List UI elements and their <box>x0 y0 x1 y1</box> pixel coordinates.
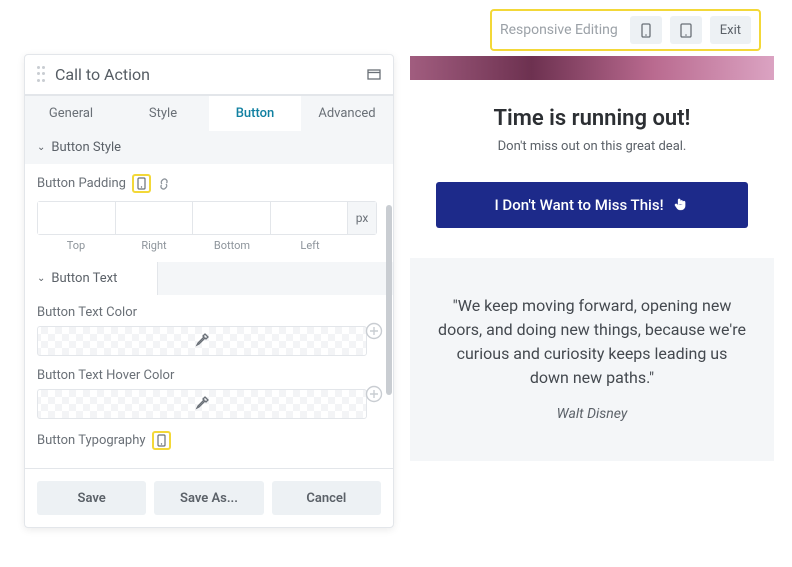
link-values-toggle[interactable] <box>157 177 171 191</box>
exit-button[interactable]: Exit <box>710 16 751 44</box>
plus-circle-icon <box>365 322 383 340</box>
tablet-icon <box>680 23 692 38</box>
hover-color-swatch[interactable] <box>37 389 367 419</box>
padding-field-label: Button Padding <box>37 174 381 193</box>
panel-footer: Save Save As... Cancel <box>25 468 393 527</box>
section-header-button-text[interactable]: ⌄ Button Text <box>25 262 158 295</box>
section-button-style: ⌄ Button Style Button Padding px <box>25 131 393 262</box>
chevron-down-icon: ⌄ <box>37 142 45 153</box>
section-title: Button Text <box>51 271 117 286</box>
text-color-swatch[interactable] <box>37 326 367 356</box>
expand-button[interactable] <box>367 69 381 80</box>
padding-top-input[interactable] <box>38 202 115 234</box>
save-as-button[interactable]: Save As... <box>154 481 263 515</box>
window-icon <box>367 69 381 80</box>
add-color-button[interactable] <box>365 385 383 403</box>
padding-left-input[interactable] <box>271 202 348 234</box>
phone-icon <box>157 434 166 447</box>
add-color-button[interactable] <box>365 322 383 340</box>
phone-portrait-button[interactable] <box>630 16 662 44</box>
preview-quote-author: Walt Disney <box>438 404 746 425</box>
section-button-text: ⌄ Button Text Button Text Color Button T… <box>25 262 393 468</box>
section-title: Button Style <box>51 140 121 155</box>
tab-general[interactable]: General <box>25 95 117 131</box>
tab-button[interactable]: Button <box>209 95 301 131</box>
panel-header: Call to Action <box>25 55 393 95</box>
padding-label: Button Padding <box>37 176 126 191</box>
typography-label: Button Typography <box>37 433 146 448</box>
preview-hero: Time is running out! Don't miss out on t… <box>410 80 774 258</box>
padding-unit[interactable]: px <box>348 202 376 234</box>
text-color-label: Button Text Color <box>37 305 381 320</box>
responsive-toggle[interactable] <box>152 431 171 450</box>
chevron-down-icon: ⌄ <box>37 273 45 284</box>
padding-side-labels: Top Right Bottom Left <box>37 239 349 252</box>
responsive-toggle[interactable] <box>132 174 151 193</box>
panel-scrollbar[interactable] <box>386 205 392 395</box>
responsive-label: Responsive Editing <box>500 22 618 38</box>
padding-right-input[interactable] <box>116 202 193 234</box>
eyedropper-icon <box>194 396 210 412</box>
text-color-field: Button Text Color <box>37 305 381 356</box>
panel-title: Call to Action <box>55 65 367 84</box>
preview-quote-text: "We keep moving forward, opening new doo… <box>438 294 746 390</box>
settings-panel: Call to Action General Style Button Adva… <box>24 54 394 528</box>
save-button[interactable]: Save <box>37 481 146 515</box>
padding-inputs: px <box>37 201 377 235</box>
preview-cta-button[interactable]: I Don't Want to Miss This! <box>436 182 748 228</box>
preview-cta-label: I Don't Want to Miss This! <box>494 196 663 214</box>
hover-color-label: Button Text Hover Color <box>37 368 381 383</box>
phone-icon <box>137 177 146 190</box>
typography-field-label: Button Typography <box>37 431 381 450</box>
tab-style[interactable]: Style <box>117 95 209 131</box>
tab-advanced[interactable]: Advanced <box>301 95 393 131</box>
cancel-button[interactable]: Cancel <box>272 481 381 515</box>
hover-color-field: Button Text Hover Color <box>37 368 381 419</box>
responsive-toolbar: Responsive Editing Exit <box>490 9 761 51</box>
phone-icon <box>641 23 651 38</box>
plus-circle-icon <box>365 385 383 403</box>
link-icon <box>157 177 171 191</box>
drag-handle[interactable] <box>37 66 47 84</box>
section-header-button-style[interactable]: ⌄ Button Style <box>25 131 393 164</box>
preview-title: Time is running out! <box>430 106 754 131</box>
preview-canvas: Time is running out! Don't miss out on t… <box>410 56 774 461</box>
preview-image-strip <box>410 56 774 80</box>
padding-bottom-input[interactable] <box>193 202 270 234</box>
hand-cursor-icon <box>672 196 690 214</box>
preview-quote-block: "We keep moving forward, opening new doo… <box>410 258 774 461</box>
tablet-button[interactable] <box>670 16 702 44</box>
eyedropper-icon <box>194 333 210 349</box>
preview-subtitle: Don't miss out on this great deal. <box>430 139 754 154</box>
tabs: General Style Button Advanced <box>25 95 393 131</box>
